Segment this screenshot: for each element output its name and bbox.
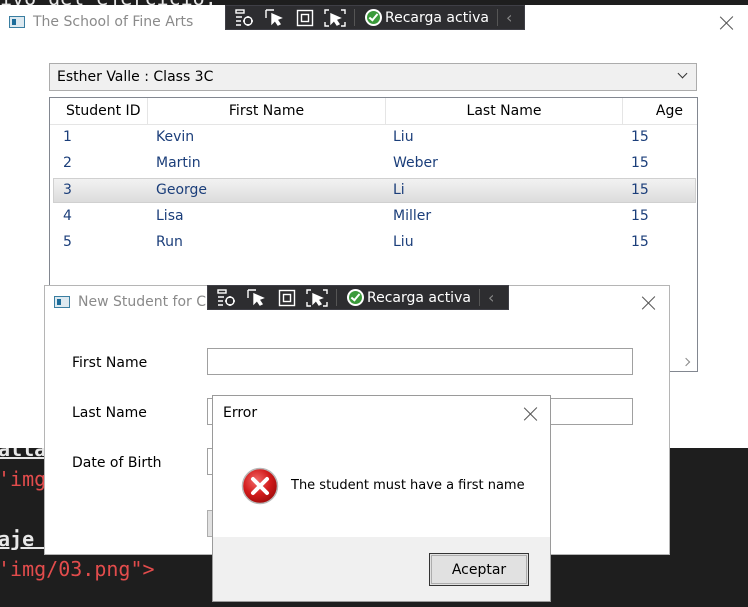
- cell-first-name: Lisa: [156, 208, 184, 224]
- column-header-last-name[interactable]: Last Name: [386, 98, 623, 125]
- collapse-chevron-icon[interactable]: ‹: [506, 8, 512, 27]
- checkmark-icon: [365, 9, 382, 26]
- close-icon[interactable]: [720, 16, 734, 30]
- close-icon[interactable]: [524, 407, 538, 421]
- error-dialog: Error The student must have a first name…: [212, 395, 551, 602]
- xaml-debug-toolbar: Recarga activa ‹: [225, 5, 525, 30]
- toolbar-separator: [496, 9, 498, 26]
- cell-first-name: Kevin: [156, 129, 195, 145]
- cell-first-name: George: [156, 182, 208, 198]
- display-layout-adorners-icon[interactable]: [276, 288, 298, 307]
- cell-student-id: 3: [63, 182, 72, 198]
- code-line: 'img: [0, 467, 47, 491]
- cell-age: 15: [631, 234, 649, 250]
- hot-reload-status: Recarga activa: [365, 9, 489, 26]
- hot-reload-status: Recarga activa: [347, 289, 471, 306]
- cell-last-name: Li: [393, 182, 405, 198]
- app-icon: [9, 16, 25, 28]
- cell-student-id: 4: [63, 208, 72, 224]
- selected-row-highlight: [53, 178, 696, 203]
- column-header-age[interactable]: Age: [623, 98, 697, 125]
- xaml-debug-toolbar: Recarga activa ‹: [207, 285, 509, 310]
- cell-first-name: Martin: [156, 155, 201, 171]
- cell-last-name: Weber: [393, 155, 438, 171]
- close-icon[interactable]: [642, 296, 656, 310]
- hot-reload-label: Recarga activa: [385, 9, 489, 26]
- cell-first-name: Run: [156, 234, 183, 250]
- cell-last-name: Miller: [393, 208, 432, 224]
- error-message: The student must have a first name: [291, 478, 525, 493]
- window-title: New Student for Cla: [78, 294, 219, 310]
- combobox-selected-value: Esther Valle : Class 3C: [57, 69, 214, 85]
- dialog-title: Error: [223, 405, 258, 421]
- live-visual-tree-icon[interactable]: [234, 8, 256, 27]
- track-focused-element-icon[interactable]: [324, 8, 346, 27]
- toolbar-separator: [478, 289, 480, 306]
- code-line: aje: [0, 527, 47, 551]
- collapse-chevron-icon[interactable]: ‹: [488, 288, 494, 307]
- chevron-down-icon: [677, 68, 688, 79]
- cell-age: 15: [631, 129, 649, 145]
- teacher-class-combobox[interactable]: Esther Valle : Class 3C: [49, 63, 697, 91]
- accept-button-label: Aceptar: [451, 561, 507, 578]
- toolbar-separator: [354, 9, 355, 26]
- first-name-field[interactable]: [207, 348, 633, 375]
- track-focused-element-icon[interactable]: [306, 288, 328, 307]
- app-icon: [54, 296, 70, 308]
- live-visual-tree-icon[interactable]: [216, 288, 238, 307]
- window-title: The School of Fine Arts: [33, 14, 194, 30]
- cell-age: 15: [631, 182, 649, 198]
- select-element-icon[interactable]: [246, 288, 268, 307]
- column-header-first-name[interactable]: First Name: [148, 98, 386, 125]
- select-element-icon[interactable]: [264, 8, 286, 27]
- display-layout-adorners-icon[interactable]: [294, 8, 316, 27]
- date-of-birth-label: Date of Birth: [72, 455, 162, 471]
- accept-button[interactable]: Aceptar: [429, 553, 529, 586]
- cell-student-id: 2: [63, 155, 72, 171]
- first-name-label: First Name: [72, 355, 148, 371]
- toolbar-separator: [336, 289, 337, 306]
- cell-student-id: 5: [63, 234, 72, 250]
- cell-last-name: Liu: [393, 129, 414, 145]
- error-icon: [241, 467, 279, 509]
- last-name-label: Last Name: [72, 405, 147, 421]
- cell-age: 15: [631, 208, 649, 224]
- scroll-right-arrow-icon[interactable]: [681, 357, 691, 367]
- column-header-student-id[interactable]: Student ID: [50, 98, 148, 125]
- cell-last-name: Liu: [393, 234, 414, 250]
- code-line: 'img/03.png">: [0, 557, 155, 581]
- cell-age: 15: [631, 155, 649, 171]
- hot-reload-label: Recarga activa: [367, 289, 471, 306]
- cell-student-id: 1: [63, 129, 72, 145]
- checkmark-icon: [347, 289, 364, 306]
